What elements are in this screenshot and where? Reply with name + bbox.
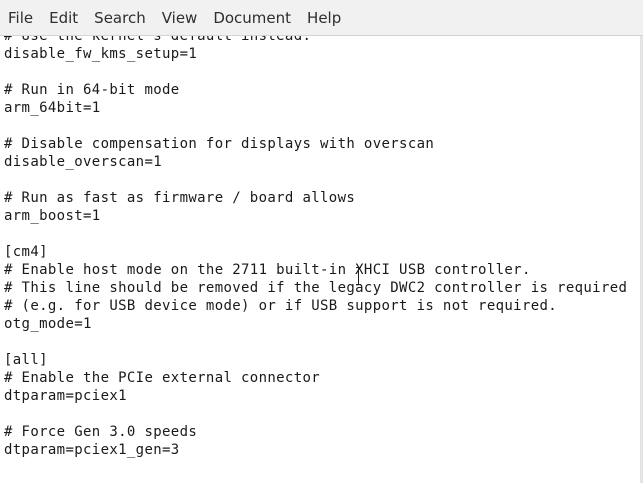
editor-line: [cm4] xyxy=(4,244,48,260)
menu-view[interactable]: View xyxy=(154,0,206,36)
text-cursor-icon xyxy=(356,267,362,285)
menu-document[interactable]: Document xyxy=(205,0,299,36)
editor-line: disable_overscan=1 xyxy=(4,154,163,170)
menu-bar: File Edit Search View Document Help xyxy=(0,0,643,36)
editor-line: [all] xyxy=(4,352,48,368)
text-editor-window: File Edit Search View Document Help # Us… xyxy=(0,0,643,483)
menu-edit[interactable]: Edit xyxy=(41,0,86,36)
editor-lines: # Use the kernel's default instead. disa… xyxy=(4,36,627,459)
menu-help[interactable]: Help xyxy=(299,0,349,36)
editor-line: # Force Gen 3.0 speeds xyxy=(4,424,198,440)
editor-line: # (e.g. for USB device mode) or if USB s… xyxy=(4,298,558,314)
editor-line: # Use the kernel's default instead. xyxy=(4,36,312,44)
editor-line: arm_64bit=1 xyxy=(4,100,101,116)
editor-line: arm_boost=1 xyxy=(4,208,101,224)
editor-line: otg_mode=1 xyxy=(4,316,92,332)
editor-line: # Enable host mode on the 2711 built-in … xyxy=(4,262,531,278)
editor-line: # Enable the PCIe external connector xyxy=(4,370,321,386)
editor-line: # Run as fast as firmware / board allows xyxy=(4,190,356,206)
editor-line: dtparam=pciex1_gen=3 xyxy=(4,442,180,458)
menu-search[interactable]: Search xyxy=(86,0,154,36)
editor-line: # This line should be removed if the leg… xyxy=(4,280,628,296)
text-editing-area[interactable]: # Use the kernel's default instead. disa… xyxy=(0,36,640,483)
editor-line: # Run in 64-bit mode xyxy=(4,82,180,98)
menu-file[interactable]: File xyxy=(0,0,41,36)
editor-line: disable_fw_kms_setup=1 xyxy=(4,46,198,62)
editor-line: dtparam=pciex1 xyxy=(4,388,127,404)
editor-line: # Disable compensation for displays with… xyxy=(4,136,435,152)
